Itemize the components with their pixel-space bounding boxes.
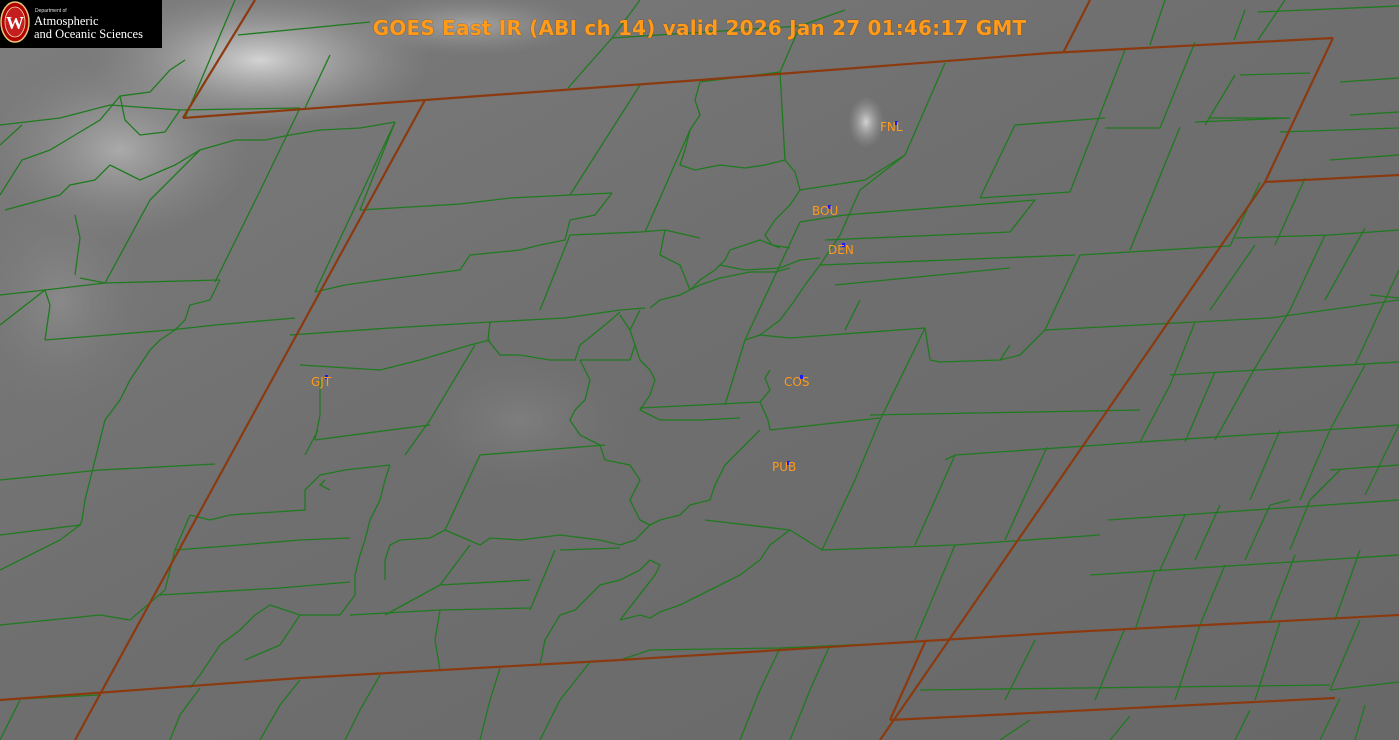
station-label-cos: COS: [784, 375, 810, 389]
cloud-feature: [410, 350, 630, 490]
station-label-gjt: GJT: [311, 375, 332, 389]
station-label-pub: PUB: [772, 460, 797, 474]
image-title: GOES East IR (ABI ch 14) valid 2026 Jan …: [372, 16, 1027, 40]
cloud-feature: [848, 96, 884, 148]
station-label-den: DEN: [828, 243, 854, 257]
station-label-fnl: FNL: [880, 120, 903, 134]
station-label-bou: BOU: [812, 204, 839, 218]
satellite-map: W Department of Atmospheric and Oceanic …: [0, 0, 1399, 740]
map-canvas: [0, 0, 1399, 740]
